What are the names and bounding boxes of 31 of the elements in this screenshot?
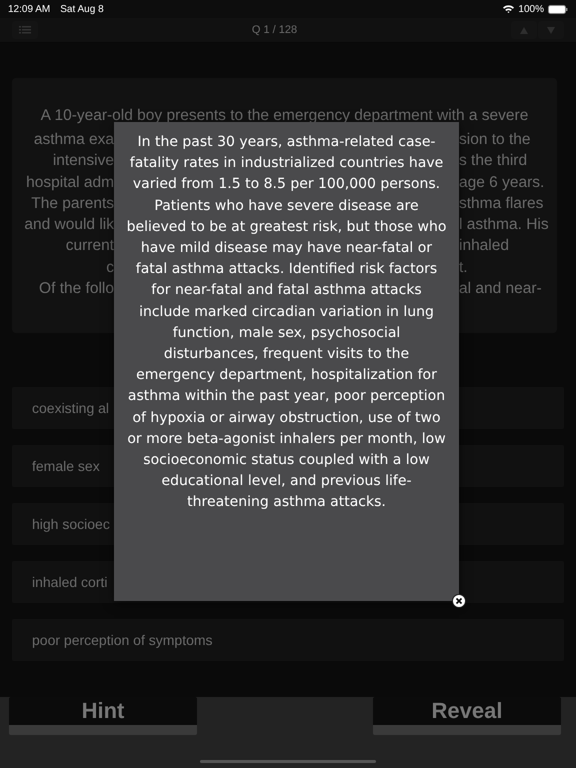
question-text: al and near- — [459, 279, 542, 300]
question-text: s the third — [459, 151, 528, 172]
down-triangle-icon — [547, 26, 555, 34]
question-text: sthma flares — [459, 194, 544, 214]
hint-button[interactable]: Hint — [9, 697, 197, 735]
question-text: Of the follo — [39, 279, 114, 300]
question-text: A 10-year-old boy presents to the emergency department with a severe — [40, 108, 530, 124]
status-time: 12:09 AM — [8, 4, 50, 14]
question-text: c — [106, 258, 114, 278]
question-text: asthma exa — [34, 130, 114, 150]
question-text: intensive — [52, 151, 114, 172]
up-triangle-icon — [520, 26, 528, 34]
battery-percent: 100% — [518, 4, 544, 14]
wifi-icon — [503, 5, 514, 13]
question-text: age 6 years. — [459, 172, 544, 193]
explanation-text: In the past 30 years, asthma-related case-fatality rates in industrialized countries have varied from 1.5 to 8.5 per 100,000 persons. Patients who have severe disease are believed to be at greatest risk, but those who have mild disease may have near-fatal or fatal asthma attacks. Identified risk factors for near-fatal and fatal asthma attacks include marked circadian variation in lung function, male sex, psychosocial disturbances, frequent visits to the emergency department, hospitalization for asthma within the past year, poor perception of hypoxia or airway obstruction, use of two or more beta-agonist inhalers per month, low socioeconomic status coupled with a low educational level, and previous life-threatening asthma attacks. — [126, 134, 446, 510]
list-icon — [19, 26, 31, 34]
status-date: Sat Aug 8 — [60, 4, 104, 14]
question-text: and would lik — [24, 215, 114, 236]
answer-option[interactable]: poor perception of symptoms — [12, 619, 564, 661]
question-text: sion to the — [459, 130, 531, 150]
close-icon[interactable] — [452, 594, 466, 608]
question-text: current — [66, 236, 114, 256]
battery-icon — [548, 4, 568, 14]
question-text: The parents — [31, 194, 114, 214]
question-text: inhaled — [459, 236, 509, 256]
question-text: t. — [459, 258, 468, 278]
question-counter: Q 1 / 128 — [250, 24, 298, 36]
reveal-button[interactable]: Reveal — [373, 697, 561, 735]
question-text: l asthma. His — [459, 215, 549, 236]
question-text: hospital adm — [26, 172, 114, 193]
